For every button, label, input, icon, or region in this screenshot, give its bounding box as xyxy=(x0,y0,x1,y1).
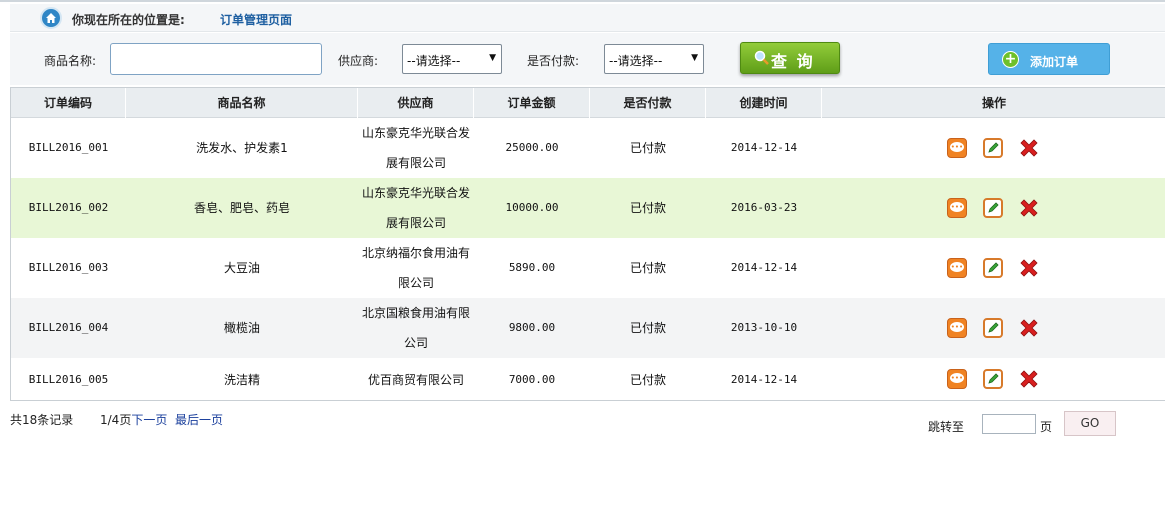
view-icon[interactable] xyxy=(947,138,967,158)
supplier: 山东豪克华光联合发展有限公司 xyxy=(361,186,470,230)
query-button[interactable]: 查 询 xyxy=(740,42,840,74)
created-date: 2014-12-14 xyxy=(730,261,798,274)
created-date: 2016-03-23 xyxy=(730,201,798,214)
supplier-label: 供应商: xyxy=(338,54,379,68)
view-icon[interactable] xyxy=(947,369,967,389)
magnifier-icon xyxy=(754,50,769,65)
page-nav: 1/4页下一页 最后一页 xyxy=(100,411,223,428)
column-header: 创建时间 xyxy=(706,88,822,118)
delete-icon[interactable] xyxy=(1017,367,1041,391)
paid-status: 已付款 xyxy=(629,261,666,275)
row-actions xyxy=(941,238,1061,298)
paid-label: 是否付款: xyxy=(527,54,580,68)
table-row: BILL2016_004 橄榄油 北京国粮食用油有限公司 9800.00 已付款… xyxy=(11,298,1165,358)
product-name: 洗洁精 xyxy=(223,372,260,387)
column-header: 商品名称 xyxy=(126,88,358,118)
total-records: 共18条记录 xyxy=(10,413,74,427)
edit-icon[interactable] xyxy=(983,258,1003,278)
edit-icon[interactable] xyxy=(983,198,1003,218)
column-header: 操作 xyxy=(981,96,1006,110)
table-row: BILL2016_005 洗洁精 优百商贸有限公司 7000.00 已付款 20… xyxy=(11,358,1165,401)
page-info: 1/4页 xyxy=(100,413,132,427)
view-icon[interactable] xyxy=(947,318,967,338)
supplier: 北京国粮食用油有限公司 xyxy=(361,306,470,350)
supplier-select-value: --请选择-- xyxy=(407,54,461,68)
product-name: 香皂、肥皂、药皂 xyxy=(193,201,290,215)
delete-icon[interactable] xyxy=(1017,316,1041,340)
paid-status: 已付款 xyxy=(629,372,666,387)
paid-status: 已付款 xyxy=(629,201,666,215)
add-order-button[interactable]: + 添加订单 xyxy=(988,43,1110,75)
dropdown-arrow-icon: ▼ xyxy=(489,53,496,63)
product-name: 洗发水、护发素1 xyxy=(196,141,288,155)
dropdown-arrow-icon: ▼ xyxy=(691,53,698,63)
paid-select-value: --请选择-- xyxy=(609,54,663,68)
breadcrumb-current: 订单管理页面 xyxy=(220,13,293,27)
created-date: 2013-10-10 xyxy=(730,321,798,334)
supplier-select[interactable]: --请选择-- ▼ xyxy=(402,44,502,74)
breadcrumb-label: 你现在所在的位置是: xyxy=(72,13,185,27)
created-date: 2014-12-14 xyxy=(730,372,798,386)
search-bar: 商品名称: 供应商: --请选择-- ▼ 是否付款: --请选择-- ▼ 查 询… xyxy=(10,33,1165,85)
order-code: BILL2016_001 xyxy=(28,141,109,154)
table-header: 订单编码 商品名称 供应商 订单金额 是否付款 创建时间 操作 xyxy=(11,88,1165,118)
amount: 5890.00 xyxy=(508,261,556,274)
column-header: 订单金额 xyxy=(474,88,590,118)
amount: 10000.00 xyxy=(505,201,559,214)
go-button[interactable]: GO xyxy=(1064,411,1116,436)
created-date: 2014-12-14 xyxy=(730,141,798,154)
column-header: 订单编码 xyxy=(11,88,126,118)
query-button-label: 查 询 xyxy=(771,52,815,71)
order-code: BILL2016_003 xyxy=(28,261,109,274)
add-order-label: 添加订单 xyxy=(1030,55,1079,69)
orders-table: 订单编码 商品名称 供应商 订单金额 是否付款 创建时间 操作 BILL2016… xyxy=(10,87,1165,401)
breadcrumb: 你现在所在的位置是: 订单管理页面 xyxy=(10,4,1165,32)
edit-icon[interactable] xyxy=(983,369,1003,389)
supplier: 山东豪克华光联合发展有限公司 xyxy=(361,126,470,170)
plus-icon: + xyxy=(1002,51,1019,68)
amount: 9800.00 xyxy=(508,321,556,334)
page-unit-label: 页 xyxy=(1040,420,1053,434)
home-icon xyxy=(40,7,62,29)
order-code: BILL2016_002 xyxy=(28,201,109,214)
delete-icon[interactable] xyxy=(1017,196,1041,220)
product-name-input[interactable] xyxy=(110,43,322,75)
edit-icon[interactable] xyxy=(983,318,1003,338)
table-row: BILL2016_001 洗发水、护发素1 山东豪克华光联合发展有限公司 250… xyxy=(11,118,1165,178)
product-name: 橄榄油 xyxy=(223,321,260,335)
paid-select[interactable]: --请选择-- ▼ xyxy=(604,44,704,74)
last-page-link[interactable]: 最后一页 xyxy=(175,413,223,427)
top-border xyxy=(0,0,1165,2)
paid-status: 已付款 xyxy=(629,141,666,155)
jump-label: 跳转至 xyxy=(928,420,965,434)
amount: 7000.00 xyxy=(508,372,556,386)
order-code: BILL2016_005 xyxy=(28,372,109,386)
amount: 25000.00 xyxy=(505,141,559,154)
edit-icon[interactable] xyxy=(983,138,1003,158)
row-actions xyxy=(941,358,1061,401)
view-icon[interactable] xyxy=(947,258,967,278)
paid-status: 已付款 xyxy=(629,321,666,335)
product-name: 大豆油 xyxy=(223,261,260,275)
delete-icon[interactable] xyxy=(1017,256,1041,280)
column-header: 供应商 xyxy=(358,88,474,118)
row-actions xyxy=(941,298,1061,358)
row-actions xyxy=(941,118,1061,178)
order-code: BILL2016_004 xyxy=(28,321,109,334)
jump-page-input[interactable] xyxy=(982,414,1036,434)
table-row: BILL2016_003 大豆油 北京纳福尔食用油有限公司 5890.00 已付… xyxy=(11,238,1165,298)
product-name-label: 商品名称: xyxy=(44,54,97,68)
supplier: 优百商贸有限公司 xyxy=(367,372,464,387)
row-actions xyxy=(941,178,1061,238)
delete-icon[interactable] xyxy=(1017,136,1041,160)
next-page-link[interactable]: 下一页 xyxy=(131,413,167,427)
supplier: 北京纳福尔食用油有限公司 xyxy=(361,246,470,290)
table-row: BILL2016_002 香皂、肥皂、药皂 山东豪克华光联合发展有限公司 100… xyxy=(11,178,1165,238)
column-header: 是否付款 xyxy=(590,88,706,118)
view-icon[interactable] xyxy=(947,198,967,218)
